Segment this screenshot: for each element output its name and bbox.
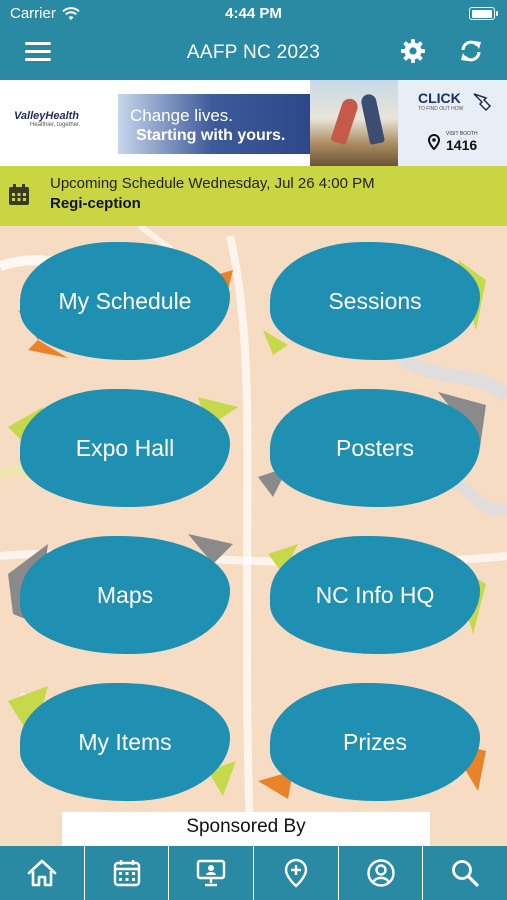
nav-bar: AAFP NC 2023 [0, 32, 507, 74]
tile-my-schedule[interactable]: My Schedule [16, 240, 236, 362]
status-bar: Carrier 4:44 PM [0, 5, 507, 23]
tile-my-items[interactable]: My Items [8, 681, 236, 803]
tile-maps[interactable]: Maps [8, 534, 236, 656]
profile-icon [366, 859, 395, 887]
tile-label: My Items [78, 728, 172, 755]
tile-label: Maps [96, 581, 154, 608]
bottom-tab-bar [0, 846, 507, 900]
gear-icon[interactable] [400, 38, 426, 64]
battery-icon [469, 7, 498, 20]
tab-sessions[interactable] [169, 846, 255, 900]
upcoming-schedule-bar[interactable]: Upcoming Schedule Wednesday, Jul 26 4:00… [0, 166, 507, 226]
tile-nc-info-hq[interactable]: NC Info HQ [266, 534, 486, 656]
status-time: 4:44 PM [225, 5, 282, 22]
top-bar: Carrier 4:44 PM AAFP NC 2023 [0, 0, 507, 80]
tile-label: Posters [336, 434, 414, 461]
click-sublabel: TO FIND OUT HOW [418, 106, 464, 112]
refresh-icon[interactable] [458, 38, 484, 64]
tab-home[interactable] [0, 846, 85, 900]
slogan-line-1: Change lives. [130, 106, 234, 125]
tile-label: Sessions [328, 287, 422, 314]
brand-name: ValleyHealth [14, 110, 80, 122]
tile-label: Expo Hall [75, 434, 175, 461]
upcoming-label: Upcoming Schedule Wednesday, Jul 26 4:00… [50, 175, 375, 192]
presentation-icon [196, 859, 226, 887]
tile-posters[interactable]: Posters [258, 387, 486, 509]
location-pin-icon [428, 134, 440, 150]
valleyhealth-logo: ValleyHealth Healthier, together. [14, 110, 80, 128]
add-location-icon [284, 858, 308, 888]
tile-label: My Schedule [58, 287, 192, 314]
upcoming-event: Regi-ception [50, 195, 141, 212]
tile-sessions[interactable]: Sessions [263, 240, 486, 362]
tile-expo-hall[interactable]: Expo Hall [8, 387, 238, 509]
tile-label: NC Info HQ [315, 581, 435, 608]
tile-prizes[interactable]: Prizes [258, 681, 486, 803]
battery-level [471, 9, 492, 18]
sponsor-label: Sponsored By [186, 816, 306, 837]
pointer-hand-icon [473, 93, 492, 112]
click-label: CLICK [418, 90, 461, 106]
tab-add-location[interactable] [254, 846, 339, 900]
calendar-icon [113, 860, 140, 887]
brand-tagline: Healthier, together. [30, 122, 81, 128]
calendar-icon [9, 184, 29, 205]
booth-number: 1416 [446, 137, 478, 153]
tile-label: Prizes [343, 728, 407, 755]
tab-search[interactable] [423, 846, 507, 900]
tab-schedule[interactable] [85, 846, 170, 900]
banner-photo [310, 80, 400, 166]
home-icon [27, 859, 57, 887]
slogan-line-2: Starting with yours. [136, 127, 286, 144]
tab-profile[interactable] [339, 846, 424, 900]
app-title: AAFP NC 2023 [186, 42, 321, 63]
search-icon [452, 860, 479, 887]
